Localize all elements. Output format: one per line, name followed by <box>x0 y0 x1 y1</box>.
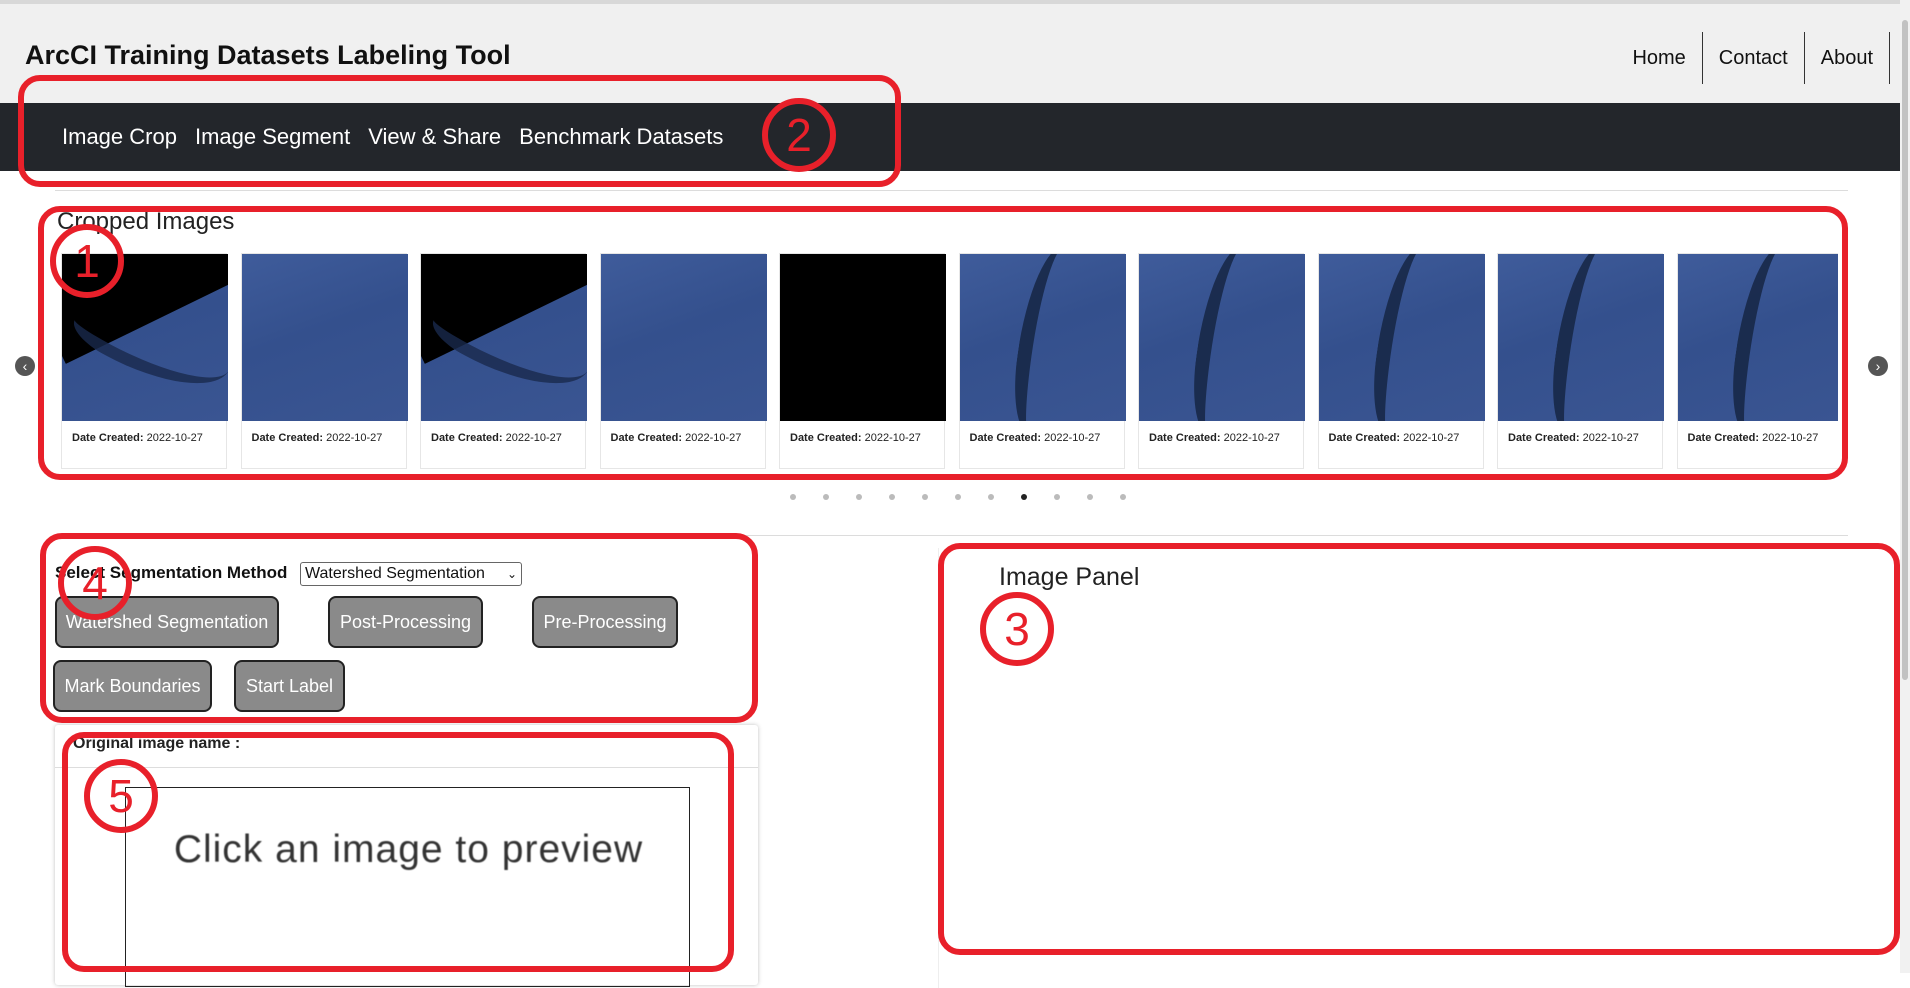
cropped-image-thumbnail <box>959 254 1126 421</box>
date-created-caption: Date Created: 2022-10-27 <box>1139 421 1303 444</box>
date-created-caption: Date Created: 2022-10-27 <box>62 421 226 444</box>
divider <box>55 190 1848 191</box>
date-created-value: 2022-10-27 <box>1403 432 1460 444</box>
date-created-value: 2022-10-27 <box>1762 432 1819 444</box>
cropped-image-card[interactable]: Date Created: 2022-10-27 <box>599 253 767 469</box>
cropped-image-card[interactable]: Date Created: 2022-10-27 <box>240 253 408 469</box>
cropped-image-thumbnail <box>780 254 946 421</box>
cropped-image-thumbnail <box>1318 254 1485 421</box>
date-created-caption: Date Created: 2022-10-27 <box>242 421 406 444</box>
date-created-value: 2022-10-27 <box>326 432 383 444</box>
cropped-image-thumbnail <box>62 254 228 421</box>
top-header: ArcCI Training Datasets Labeling Tool Ho… <box>0 0 1910 103</box>
carousel-dot[interactable] <box>1054 494 1060 500</box>
pre-processing-button[interactable]: Pre-Processing <box>532 596 678 648</box>
cropped-image-card[interactable]: Date Created: 2022-10-27 <box>779 253 946 469</box>
date-created-value: 2022-10-27 <box>1223 432 1280 444</box>
carousel-dot[interactable] <box>988 494 994 500</box>
image-panel: Image Panel <box>938 548 1901 988</box>
cropped-image-thumbnail <box>421 254 587 421</box>
date-created-label: Date Created: <box>969 432 1042 444</box>
cropped-image-card[interactable]: Date Created: 2022-10-27 <box>61 253 228 469</box>
cropped-image-thumbnail <box>241 254 408 421</box>
date-created-caption: Date Created: 2022-10-27 <box>1498 421 1662 444</box>
top-navigation: Home Contact About <box>1616 32 1890 84</box>
date-created-label: Date Created: <box>1687 432 1760 444</box>
cropped-image-card[interactable]: Date Created: 2022-10-27 <box>1676 253 1839 469</box>
carousel-dot[interactable] <box>1021 494 1027 500</box>
date-created-value: 2022-10-27 <box>1582 432 1639 444</box>
cropped-image-thumbnail <box>1677 254 1838 421</box>
segmentation-method-select[interactable]: Watershed Segmentation ⌄ <box>300 562 522 586</box>
nav-link-contact[interactable]: Contact <box>1703 32 1805 84</box>
chevron-left-icon[interactable]: ‹ <box>15 356 35 376</box>
cropped-image-thumbnail <box>1139 254 1305 421</box>
cropped-image-card[interactable]: Date Created: 2022-10-27 <box>1317 253 1485 469</box>
page-scrollbar[interactable] <box>1900 0 1910 973</box>
carousel-dot[interactable] <box>1087 494 1093 500</box>
preview-card: Original image name : Click an image to … <box>55 725 758 987</box>
date-created-caption: Date Created: 2022-10-27 <box>1319 421 1483 444</box>
carousel-pagination <box>790 494 1153 500</box>
image-carousel: Date Created: 2022-10-27 Date Created: 20… <box>61 253 1838 469</box>
cropped-image-card[interactable]: Date Created: 2022-10-27 <box>420 253 587 469</box>
preview-placeholder-text: Click an image to preview <box>173 828 644 871</box>
date-created-value: 2022-10-27 <box>864 432 921 444</box>
menu-item-image-segment[interactable]: Image Segment <box>195 103 350 171</box>
segmentation-method-value: Watershed Segmentation <box>305 565 485 582</box>
menu-item-view-share[interactable]: View & Share <box>368 103 501 171</box>
menu-item-benchmark-datasets[interactable]: Benchmark Datasets <box>519 103 723 171</box>
carousel-dot[interactable] <box>889 494 895 500</box>
nav-link-about[interactable]: About <box>1805 32 1890 84</box>
date-created-label: Date Created: <box>72 432 144 444</box>
date-created-caption: Date Created: 2022-10-27 <box>780 421 944 444</box>
segmentation-method-label: Select Segmentation Method <box>55 563 288 582</box>
divider <box>55 767 758 768</box>
divider <box>55 535 1848 536</box>
cropped-image-card[interactable]: Date Created: 2022-10-27 <box>1497 253 1664 469</box>
date-created-caption: Date Created: 2022-10-27 <box>421 421 585 444</box>
date-created-value: 2022-10-27 <box>146 432 203 444</box>
date-created-label: Date Created: <box>1328 432 1401 444</box>
carousel-dot[interactable] <box>922 494 928 500</box>
date-created-caption: Date Created: 2022-10-27 <box>1678 421 1839 444</box>
cropped-image-card[interactable]: Date Created: 2022-10-27 <box>1138 253 1305 469</box>
chevron-right-icon[interactable]: › <box>1868 356 1888 376</box>
mark-boundaries-button[interactable]: Mark Boundaries <box>53 660 212 712</box>
date-created-value: 2022-10-27 <box>685 432 742 444</box>
watershed-segmentation-button[interactable]: Watershed Segmentation <box>55 596 279 648</box>
post-processing-button[interactable]: Post-Processing <box>328 596 483 648</box>
date-created-label: Date Created: <box>1508 432 1580 444</box>
carousel-dot[interactable] <box>790 494 796 500</box>
date-created-value: 2022-10-27 <box>1044 432 1101 444</box>
main-menu-bar: Image Crop Image Segment View & Share Be… <box>0 103 1900 171</box>
cropped-image-thumbnail <box>600 254 767 421</box>
carousel-dot[interactable] <box>823 494 829 500</box>
date-created-caption: Date Created: 2022-10-27 <box>601 421 765 444</box>
nav-link-home[interactable]: Home <box>1616 32 1703 84</box>
cropped-images-heading: Cropped Images <box>57 208 235 235</box>
original-image-name-label: Original image name : <box>73 735 241 752</box>
date-created-value: 2022-10-27 <box>505 432 562 444</box>
date-created-label: Date Created: <box>431 432 503 444</box>
carousel-dot[interactable] <box>1120 494 1126 500</box>
date-created-caption: Date Created: 2022-10-27 <box>960 421 1124 444</box>
date-created-label: Date Created: <box>790 432 862 444</box>
app-title: ArcCI Training Datasets Labeling Tool <box>25 40 511 70</box>
chevron-down-icon: ⌄ <box>506 567 517 581</box>
scrollbar-thumb[interactable] <box>1902 20 1908 680</box>
image-preview-box[interactable]: Click an image to preview <box>125 787 690 987</box>
carousel-dot[interactable] <box>955 494 961 500</box>
image-panel-title: Image Panel <box>999 563 1140 591</box>
cropped-image-thumbnail <box>1498 254 1664 421</box>
cropped-image-card[interactable]: Date Created: 2022-10-27 <box>958 253 1126 469</box>
date-created-label: Date Created: <box>251 432 324 444</box>
start-label-button[interactable]: Start Label <box>234 660 345 712</box>
date-created-label: Date Created: <box>610 432 683 444</box>
carousel-dot[interactable] <box>856 494 862 500</box>
date-created-label: Date Created: <box>1149 432 1221 444</box>
menu-item-image-crop[interactable]: Image Crop <box>62 103 177 171</box>
